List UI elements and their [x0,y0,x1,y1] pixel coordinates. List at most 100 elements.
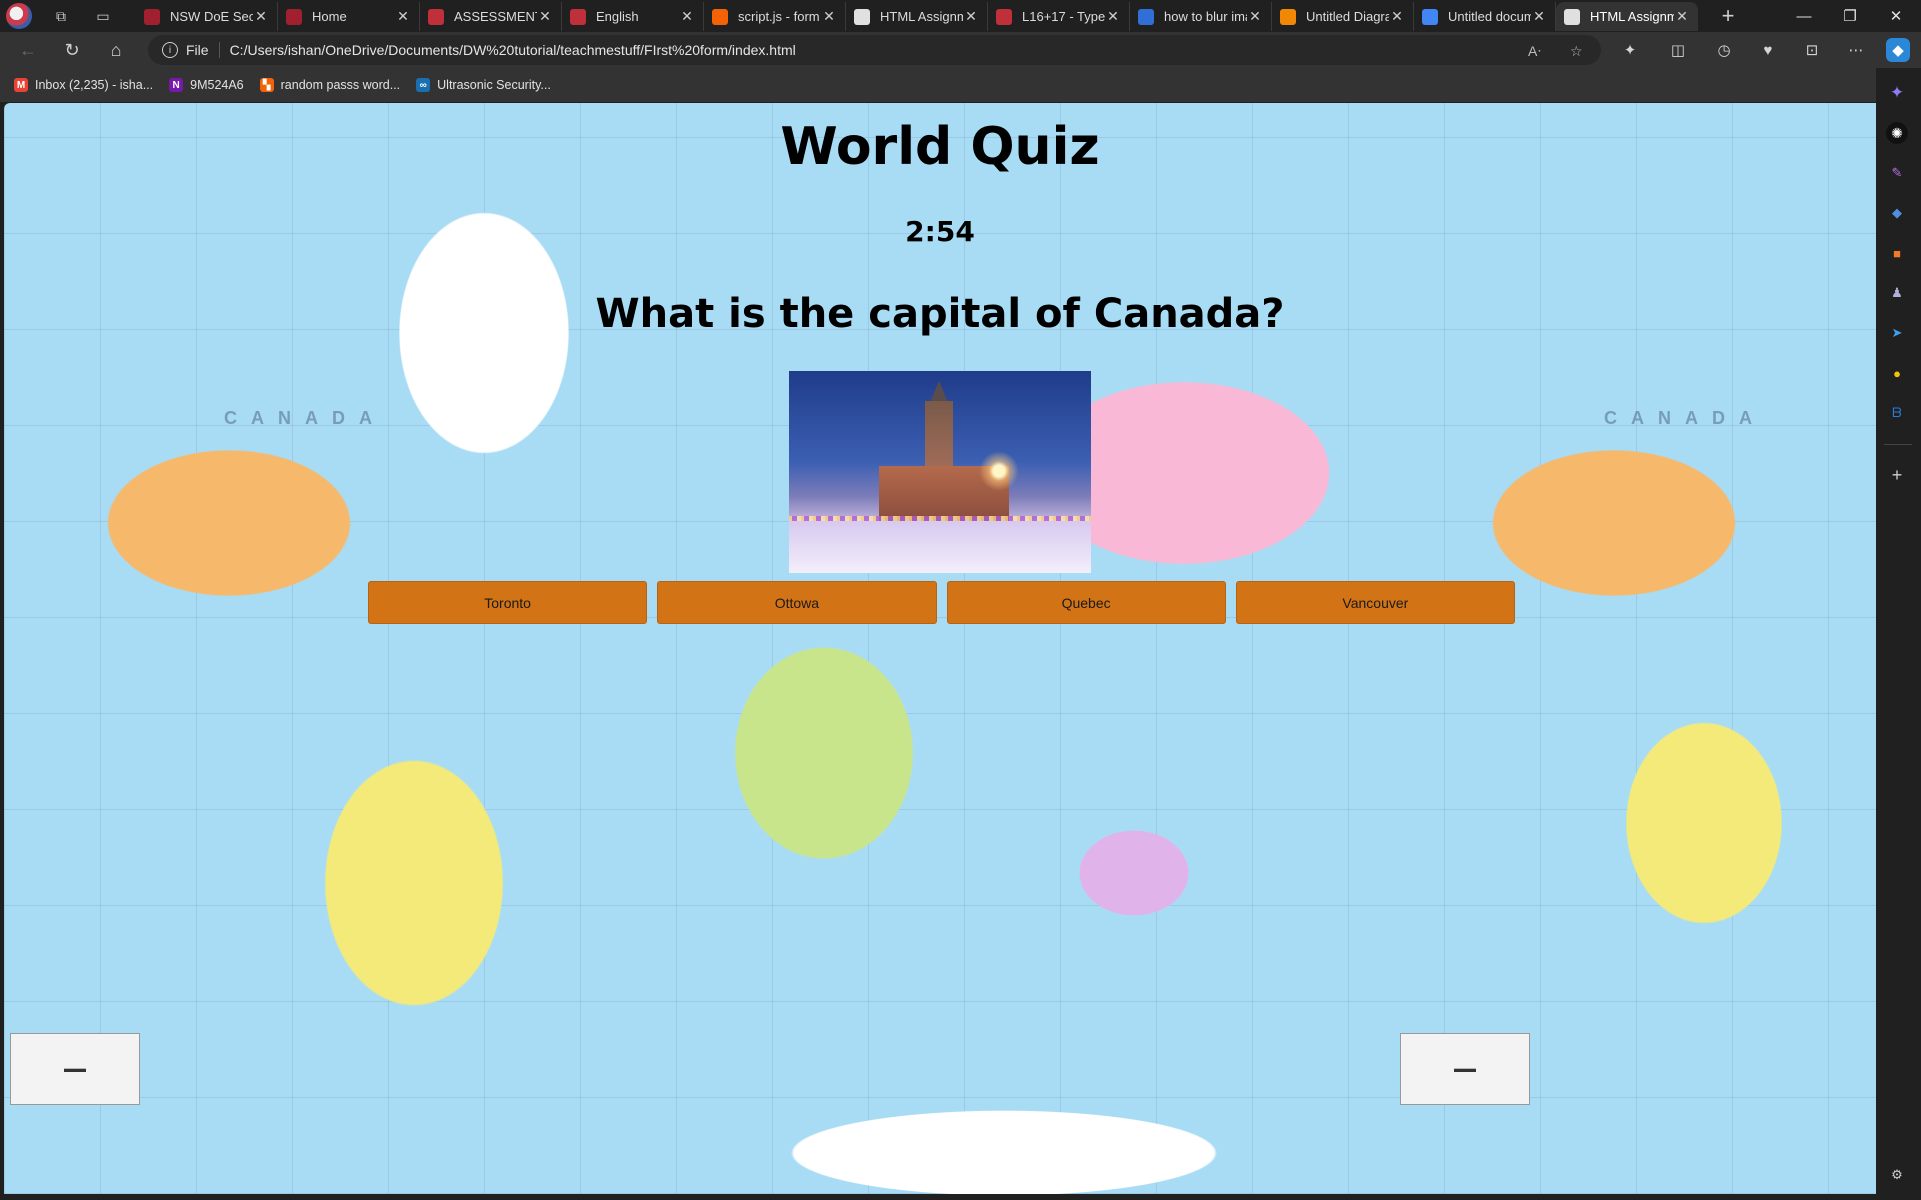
bookmark-item[interactable]: N 9M524A6 [169,78,244,92]
more-menu-icon[interactable]: ⋯ [1844,38,1868,62]
tab-favicon-icon [144,8,160,25]
tab-favicon-icon [286,8,302,25]
close-tab-icon[interactable]: ✕ [1247,8,1263,25]
address-bar[interactable]: i File C:/Users/ishan/OneDrive/Documents… [148,35,1601,65]
browser-tab[interactable]: how to blur images✕ [1130,2,1272,31]
close-tab-icon[interactable]: ✕ [1389,8,1405,25]
close-tab-icon[interactable]: ✕ [821,8,837,25]
tab-title: HTML Assignment [1590,9,1674,24]
browser-tab[interactable]: HTML Assignment✕ [846,2,988,31]
screenshot-icon[interactable]: ⊡ [1800,38,1824,62]
tab-strip: ⧉ ▭ NSW DoE Secure✕Home✕ASSESSMENT✕Engli… [0,0,1921,32]
chatgpt-icon[interactable]: ✺ [1886,122,1908,144]
home-icon[interactable]: ⌂ [102,36,130,64]
browser-tab[interactable]: script.js - form ✕ [704,2,846,31]
replit-icon: ▚ [259,78,274,92]
bookmark-item[interactable]: ▚ random passs word... [259,78,401,92]
tab-title: ASSESSMENT [454,9,537,24]
scheme-label: File [186,42,220,58]
workspaces-icon[interactable]: ⧉ [48,3,74,29]
tab-actions-icon[interactable]: ▭ [90,3,116,29]
site-info-icon[interactable]: i [162,42,178,58]
close-tab-icon[interactable]: ✕ [1674,8,1690,25]
quiz-page: World Quiz 2:54 What is the capital of C… [4,103,1876,1194]
tab-favicon-icon [1564,8,1580,25]
close-tab-icon[interactable]: ✕ [679,8,695,25]
gmail-icon: M [14,78,28,92]
browser-tab[interactable]: Untitled document✕ [1414,2,1556,31]
add-sidebar-app-icon[interactable]: + [1886,464,1908,486]
browser-essentials-icon[interactable]: ♥ [1756,38,1780,62]
tab-title: Untitled document [1448,9,1531,24]
onenote-icon: N [169,78,184,92]
browser-tab[interactable]: HTML Assignment✕ [1556,2,1698,31]
read-aloud-icon[interactable]: Aᐧ [1528,43,1541,60]
back-icon[interactable]: ← [14,36,42,64]
close-window-button[interactable]: ✕ [1873,0,1919,32]
bookmarks-bar: M Inbox (2,235) - isha... N 9M524A6 ▚ random … [0,68,1921,102]
browser-tab[interactable]: Home ✕ [278,2,420,31]
sidebar-settings-icon[interactable]: ⚙ [1886,1164,1908,1186]
rewards-medal-icon[interactable]: ● [1886,362,1908,384]
browser-tab[interactable]: L16+17 - Types ✕ [988,2,1130,31]
restore-button[interactable]: ❐ [1827,0,1873,32]
bookmark-label: random passs word... [280,78,401,92]
page-viewport: CANADA CANADA ▬▬ ▬▬ World Quiz 2:54 What… [4,103,1876,1194]
browser-tab[interactable]: English ✕ [562,2,704,31]
tab-title: NSW DoE Secure [170,9,253,24]
tab-favicon-icon [996,8,1012,25]
browser-tab[interactable]: NSW DoE Secure✕ [136,2,278,31]
history-icon[interactable]: ◷ [1712,38,1736,62]
close-tab-icon[interactable]: ✕ [253,8,269,25]
tab-title: English [596,9,639,24]
bookmark-item[interactable]: M Inbox (2,235) - isha... [14,78,153,92]
countdown-timer: 2:54 [905,215,975,248]
browser-tab[interactable]: Untitled Diagram✕ [1272,2,1414,31]
send-icon[interactable]: ➤ [1886,322,1908,344]
tab-favicon-icon [854,8,870,25]
tab-title: HTML Assignment [880,9,963,24]
question-text: What is the capital of Canada? [595,291,1285,337]
tab-favicon-icon [1280,8,1296,25]
url-text[interactable]: C:/Users/ishan/OneDrive/Documents/DW%20t… [230,42,796,58]
bookmark-item[interactable]: ∞ Ultrasonic Security... [416,78,551,92]
side-panel-divider [1884,444,1912,445]
close-tab-icon[interactable]: ✕ [395,8,411,25]
tab-favicon-icon [1422,8,1438,25]
answer-button[interactable]: Vancouver [1235,581,1515,624]
designer-icon[interactable]: ✎ [1886,162,1908,184]
tab-favicon-icon [428,8,444,25]
new-tab-button[interactable]: + [1714,2,1742,30]
copilot-icon[interactable]: ◆ [1886,38,1910,62]
bing-icon[interactable]: ᗷ [1886,402,1908,424]
minimize-button[interactable]: — [1781,0,1827,32]
tab-title: L16+17 - Types [1022,9,1105,24]
quiz-title: World Quiz [780,117,1100,177]
tab-favicon-icon [570,8,586,25]
answer-button[interactable]: Toronto [368,581,648,624]
copilot-sparkle-icon[interactable]: ✦ [1886,82,1908,104]
favorite-star-icon[interactable]: ☆ [1570,43,1583,60]
answer-button[interactable]: Ottowa [657,581,937,624]
tab-favicon-icon [712,8,728,25]
bookmark-label: Inbox (2,235) - isha... [35,78,154,92]
close-tab-icon[interactable]: ✕ [1105,8,1121,25]
close-tab-icon[interactable]: ✕ [963,8,979,25]
games-icon[interactable]: ♟ [1886,282,1908,304]
tab-list: NSW DoE Secure✕Home✕ASSESSMENT✕English✕s… [136,2,1698,32]
extensions-icon[interactable]: ✦ [1618,38,1642,62]
refresh-icon[interactable]: ↻ [58,36,86,64]
tinkercad-icon: ∞ [416,78,431,92]
close-tab-icon[interactable]: ✕ [1531,8,1547,25]
answer-button[interactable]: Quebec [946,581,1226,624]
split-screen-icon[interactable]: ◫ [1666,38,1690,62]
tab-favicon-icon [1138,8,1154,25]
side-panel: ✦ ✺ ✎ ◆ ■ ♟ ➤ ● ᗷ + ⚙ [1876,68,1921,1200]
tab-title: Home [312,9,347,24]
shopping-tag-icon[interactable]: ◆ [1886,202,1908,224]
close-tab-icon[interactable]: ✕ [537,8,553,25]
tab-title: Untitled Diagram [1306,9,1389,24]
browser-tab[interactable]: ASSESSMENT ✕ [420,2,562,31]
profile-avatar[interactable] [6,3,32,29]
tools-briefcase-icon[interactable]: ■ [1886,242,1908,264]
